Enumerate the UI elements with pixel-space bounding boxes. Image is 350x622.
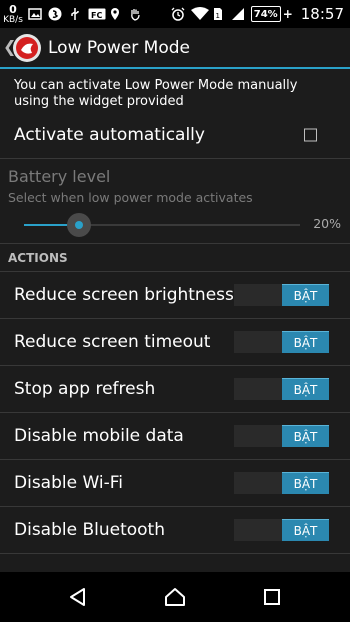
action-label: Reduce screen timeout (14, 332, 211, 352)
battery-level-title: Battery level (8, 167, 111, 186)
svg-text:1: 1 (215, 12, 219, 20)
app-logo[interactable] (12, 33, 42, 63)
settings-list: You can activate Low Power Mode manually… (0, 69, 350, 554)
battery-level-value: 20% (313, 216, 341, 231)
action-label: Reduce screen brightness (14, 285, 234, 305)
location-icon (108, 7, 122, 21)
shazam-icon (48, 7, 62, 21)
wifi-icon (190, 7, 209, 21)
action-row-bluetooth[interactable]: Disable Bluetooth BẬT (0, 507, 350, 554)
action-toggle[interactable]: BẬT (234, 378, 329, 400)
battery-level-subtitle: Select when low power mode activates (8, 190, 253, 205)
toggle-on-label: BẬT (282, 472, 329, 494)
activate-automatically-label: Activate automatically (14, 125, 205, 145)
info-text: You can activate Low Power Mode manually… (14, 78, 298, 109)
action-toggle[interactable]: BẬT (234, 284, 329, 306)
action-toggle[interactable]: BẬT (234, 519, 329, 541)
action-toggle[interactable]: BẬT (234, 331, 329, 353)
page-title: Low Power Mode (48, 38, 191, 58)
status-bar-right: 1 74% + 18:57 (171, 0, 344, 28)
net-speed: 0 KB/s (3, 2, 23, 25)
status-clock: 18:57 (300, 5, 344, 23)
toggle-on-label: BẬT (282, 519, 329, 541)
status-bar: 0 KB/s FC 1 74% + 18:57 (0, 0, 350, 28)
recents-icon[interactable] (242, 572, 302, 622)
toggle-on-label: BẬT (282, 284, 329, 306)
net-speed-unit: KB/s (3, 14, 23, 25)
toggle-on-label: BẬT (282, 331, 329, 353)
battery-icon: 74% (250, 6, 281, 22)
battery-level-section: Battery level Select when low power mode… (0, 159, 350, 244)
action-row-wifi[interactable]: Disable Wi-Fi BẬT (0, 460, 350, 507)
action-row-timeout[interactable]: Reduce screen timeout BẬT (0, 319, 350, 366)
action-label: Disable Wi-Fi (14, 473, 124, 493)
net-speed-value: 0 (9, 2, 17, 16)
fc-icon: FC (88, 7, 106, 21)
home-icon[interactable] (145, 572, 205, 622)
action-label: Disable Bluetooth (14, 520, 165, 540)
image-icon (28, 7, 42, 21)
alarm-icon (171, 7, 185, 21)
svg-text:FC: FC (91, 11, 102, 20)
action-row-brightness[interactable]: Reduce screen brightness BẬT (0, 272, 350, 319)
status-bar-left: 0 KB/s FC (3, 0, 142, 28)
navigation-bar (0, 572, 350, 622)
action-label: Disable mobile data (14, 426, 184, 446)
signal-icon (231, 7, 245, 21)
actions-list: Reduce screen brightness BẬT Reduce scre… (0, 272, 350, 554)
toggle-on-label: BẬT (282, 425, 329, 447)
battery-percent: 74% (253, 8, 278, 20)
action-toggle[interactable]: BẬT (234, 425, 329, 447)
hand-icon (128, 7, 142, 21)
action-label: Stop app refresh (14, 379, 156, 399)
actions-section-header: ACTIONS (0, 244, 350, 272)
action-row-mobile-data[interactable]: Disable mobile data BẬT (0, 413, 350, 460)
battery-charging-plus: + (282, 7, 293, 21)
action-row-app-refresh[interactable]: Stop app refresh BẬT (0, 366, 350, 413)
action-toggle[interactable]: BẬT (234, 472, 329, 494)
action-bar: ❮ Low Power Mode (0, 28, 350, 69)
back-icon[interactable] (48, 572, 108, 622)
usb-icon (68, 7, 82, 21)
slider-thumb[interactable] (75, 221, 84, 229)
activate-automatically-checkbox[interactable] (304, 128, 317, 142)
battery-level-slider[interactable] (24, 213, 300, 237)
sim-icon: 1 (211, 7, 225, 21)
activate-automatically-row[interactable]: Activate automatically (0, 112, 350, 159)
toggle-on-label: BẬT (282, 378, 329, 400)
